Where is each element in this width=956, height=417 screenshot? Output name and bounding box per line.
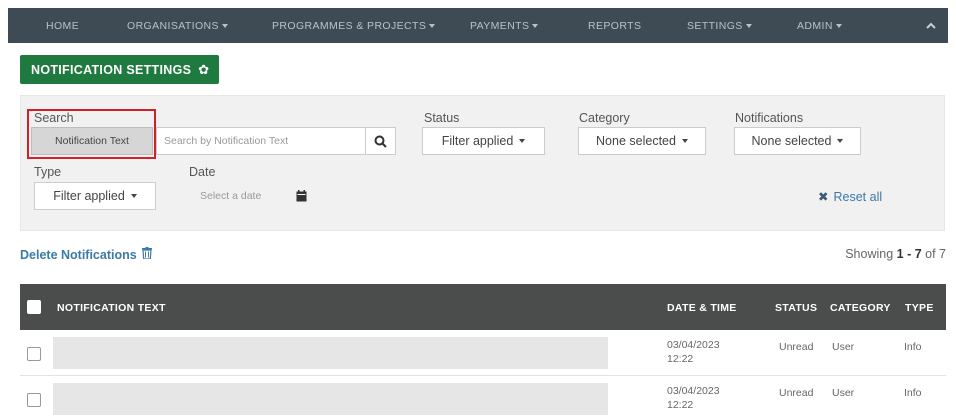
table-row[interactable]: 03/04/2023 12:22 Unread User Info	[20, 330, 946, 376]
chevron-up-icon[interactable]	[924, 19, 938, 33]
row-checkbox[interactable]	[27, 393, 41, 407]
close-icon: ✖	[818, 190, 829, 204]
search-label: Search	[34, 111, 74, 125]
type-dropdown-value: Filter applied	[53, 189, 125, 203]
category-cell: User	[832, 387, 855, 399]
calendar-icon	[296, 190, 306, 202]
status-dropdown[interactable]: Filter applied	[422, 127, 545, 155]
status-label: Status	[424, 111, 460, 125]
caret-down-icon	[221, 24, 228, 29]
nav-item-payments[interactable]: PAYMENTS	[470, 20, 539, 32]
reset-all-label: Reset all	[833, 189, 883, 204]
delete-notifications-label: Delete Notifications	[20, 247, 137, 262]
column-header-status[interactable]: STATUS	[775, 302, 817, 314]
status-cell: Unread	[779, 387, 814, 399]
showing-prefix: Showing	[845, 247, 894, 261]
delete-notifications-link[interactable]: Delete Notifications	[20, 247, 152, 262]
row-date: 03/04/2023	[667, 385, 720, 397]
showing-range: 1 - 7	[896, 247, 922, 261]
date-time-cell: 03/04/2023 12:22	[667, 384, 720, 412]
notification-settings-button[interactable]: NOTIFICATION SETTINGS ✿	[20, 55, 219, 84]
nav-item-payments-label: PAYMENTS	[470, 20, 530, 32]
date-time-cell: 03/04/2023 12:22	[667, 338, 720, 366]
column-header-type[interactable]: TYPE	[905, 302, 934, 314]
gear-icon: ✿	[198, 61, 210, 77]
search-input[interactable]	[156, 127, 366, 155]
type-cell: Info	[904, 387, 922, 399]
nav-item-reports[interactable]: REPORTS	[588, 20, 641, 32]
nav-item-settings-label: SETTINGS	[687, 20, 743, 32]
nav-item-admin-label: ADMIN	[797, 20, 833, 32]
search-button[interactable]	[366, 127, 396, 155]
trash-icon	[141, 247, 152, 262]
caret-down-icon	[532, 24, 539, 29]
notifications-dropdown-value: None selected	[751, 134, 832, 148]
category-cell: User	[832, 341, 855, 353]
nav-item-organisations[interactable]: ORGANISATIONS	[127, 20, 228, 32]
caret-down-icon	[835, 24, 842, 29]
select-all-checkbox[interactable]	[27, 300, 41, 314]
row-time: 12:22	[667, 353, 694, 365]
nav-item-reports-label: REPORTS	[588, 20, 642, 32]
notification-settings-label: NOTIFICATION SETTINGS	[31, 62, 192, 77]
pagination-summary: Showing 1 - 7 of 7	[845, 247, 946, 261]
search-icon	[374, 135, 387, 148]
search-type-selector[interactable]: Notification Text	[31, 127, 153, 155]
column-header-notification-text[interactable]: NOTIFICATION TEXT	[57, 302, 166, 314]
type-cell: Info	[904, 341, 922, 353]
caret-down-icon	[745, 24, 752, 29]
caret-down-icon	[837, 139, 844, 143]
status-cell: Unread	[779, 341, 814, 353]
caret-down-icon	[681, 139, 688, 143]
reset-all-link[interactable]: ✖ Reset all	[818, 189, 883, 205]
column-header-category[interactable]: CATEGORY	[830, 302, 891, 314]
nav-item-settings[interactable]: SETTINGS	[687, 20, 752, 32]
category-dropdown[interactable]: None selected	[578, 127, 706, 155]
type-dropdown[interactable]: Filter applied	[34, 182, 156, 210]
notifications-dropdown[interactable]: None selected	[734, 127, 861, 155]
table-row[interactable]: 03/04/2023 12:22 Unread User Info	[20, 376, 946, 417]
column-header-date-time[interactable]: DATE & TIME	[667, 302, 737, 314]
nav-item-programmes-label: PROGRAMMES & PROJECTS	[272, 20, 427, 32]
row-time: 12:22	[667, 399, 694, 411]
category-dropdown-value: None selected	[596, 134, 676, 148]
category-label: Category	[579, 111, 630, 125]
showing-total: of 7	[925, 247, 946, 261]
nav-item-home[interactable]: HOME	[46, 20, 79, 32]
notifications-label: Notifications	[735, 111, 804, 125]
caret-down-icon	[519, 139, 526, 143]
notification-text-cell	[53, 383, 608, 415]
nav-item-admin[interactable]: ADMIN	[797, 20, 842, 32]
top-nav-bar: HOME ORGANISATIONS PROGRAMMES & PROJECTS…	[8, 8, 948, 43]
notification-text-cell	[53, 337, 608, 369]
filter-panel	[20, 95, 945, 231]
table-header: NOTIFICATION TEXT DATE & TIME STATUS CAT…	[20, 284, 946, 330]
calendar-button[interactable]	[286, 182, 316, 210]
nav-item-programmes-projects[interactable]: PROGRAMMES & PROJECTS	[272, 20, 436, 32]
nav-item-home-label: HOME	[46, 20, 80, 32]
row-date: 03/04/2023	[667, 339, 720, 351]
type-label: Type	[34, 165, 62, 179]
date-input[interactable]: Select a date	[186, 182, 286, 210]
caret-down-icon	[429, 24, 436, 29]
nav-item-organisations-label: ORGANISATIONS	[127, 20, 219, 32]
date-label: Date	[189, 165, 216, 179]
row-checkbox[interactable]	[27, 347, 41, 361]
caret-down-icon	[130, 194, 137, 198]
status-dropdown-value: Filter applied	[441, 134, 514, 148]
